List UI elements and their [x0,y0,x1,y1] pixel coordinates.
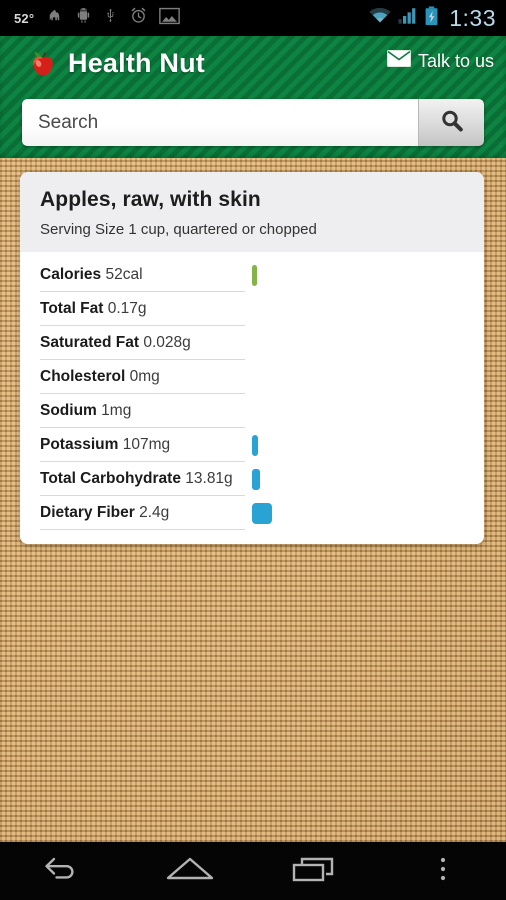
brand-row: Health Nut Talk to us [0,36,506,96]
nutrient-text: Sodium 1mg [40,402,131,420]
nutrient-label: Total Carbohydrate [40,470,181,487]
nutrient-row: Calories 52cal [40,258,464,292]
nutrient-row: Cholesterol 0mg [40,360,464,394]
back-arrow-icon [40,854,86,889]
nutrition-list: Calories 52cal Total Fat 0.17g Saturated F… [20,252,484,544]
camel-icon [45,6,64,30]
nutrient-row: Saturated Fat 0.028g [40,326,464,360]
overflow-menu-button[interactable] [380,842,506,900]
food-title: Apples, raw, with skin [40,188,261,211]
phone-screen: 52° 1:33 Health Nut Talk to us Search Ap… [0,0,506,900]
temperature-indicator: 52° [14,10,35,26]
row-divider [40,529,245,530]
nutrient-bar [252,434,258,456]
nutrient-row: Dietary Fiber 2.4g [40,496,464,530]
search-input[interactable] [22,99,418,146]
search-button[interactable] [418,99,484,146]
food-detail-card: Apples, raw, with skin Serving Size 1 cu… [20,172,484,544]
wifi-icon [368,6,392,30]
android-robot-icon [75,6,92,30]
nutrient-text: Potassium 107mg [40,436,170,454]
nutrient-value: 0.028g [143,334,191,351]
home-icon [163,854,217,889]
nutrient-text: Total Fat 0.17g [40,300,147,318]
nutrient-value: 0mg [129,368,160,385]
nutrient-label: Calories [40,266,102,283]
nutrient-text: Total Carbohydrate 13.81g [40,470,233,488]
apple-icon [22,46,64,88]
clock: 1:33 [449,4,496,31]
nutrient-bar [252,502,272,524]
nutrient-row: Potassium 107mg [40,428,464,462]
nutrient-label: Potassium [40,436,119,453]
talk-to-us-label: Talk to us [417,50,494,71]
nutrient-label: Sodium [40,402,97,419]
status-bar-right: 1:33 [368,5,496,32]
recents-button[interactable] [253,842,380,900]
nutrient-row: Total Fat 0.17g [40,292,464,326]
nutrient-value: 52cal [105,266,143,283]
app-title: Health Nut [68,48,205,78]
nutrient-bar-slot [252,502,272,524]
nutrient-text: Saturated Fat 0.028g [40,334,191,352]
nutrient-label: Cholesterol [40,368,126,385]
usb-icon [103,6,118,30]
search-bar [22,99,484,146]
alarm-clock-icon [129,6,148,30]
recent-apps-icon [291,854,341,889]
nutrient-label: Total Fat [40,300,104,317]
nutrient-row: Total Carbohydrate 13.81g [40,462,464,496]
nutrient-bar-slot [252,264,257,286]
nutrient-value: 2.4g [139,504,170,521]
nutrient-text: Cholesterol 0mg [40,368,160,386]
serving-size-label: Serving Size 1 cup, quartered or chopped [40,221,317,238]
nutrient-label: Dietary Fiber [40,504,135,521]
card-header: Apples, raw, with skin Serving Size 1 cu… [20,172,484,252]
nutrient-value: 0.17g [107,300,147,317]
nutrient-bar-slot [252,434,258,456]
nutrient-bar [252,264,257,286]
nutrient-text: Dietary Fiber 2.4g [40,504,169,522]
nutrient-value: 13.81g [185,470,233,487]
nutrient-bar [252,468,260,490]
status-bar-left: 52° [14,6,368,30]
nutrient-label: Saturated Fat [40,334,140,351]
talk-to-us-button[interactable]: Talk to us [386,50,494,72]
nutrient-value: 107mg [122,436,171,453]
search-icon [438,107,466,138]
envelope-icon [386,50,411,72]
nutrient-row: Sodium 1mg [40,394,464,428]
cell-signal-icon [398,6,418,30]
status-bar: 52° 1:33 [0,0,506,36]
back-button[interactable] [0,842,127,900]
nutrient-text: Calories 52cal [40,266,143,284]
battery-charging-icon [424,5,439,31]
overflow-menu-icon [438,854,448,889]
nutrient-bar-slot [252,468,260,490]
android-nav-bar [0,842,506,900]
photo-icon [159,7,181,30]
nutrient-value: 1mg [101,402,132,419]
home-button[interactable] [127,842,254,900]
app-header: Health Nut Talk to us [0,36,506,158]
